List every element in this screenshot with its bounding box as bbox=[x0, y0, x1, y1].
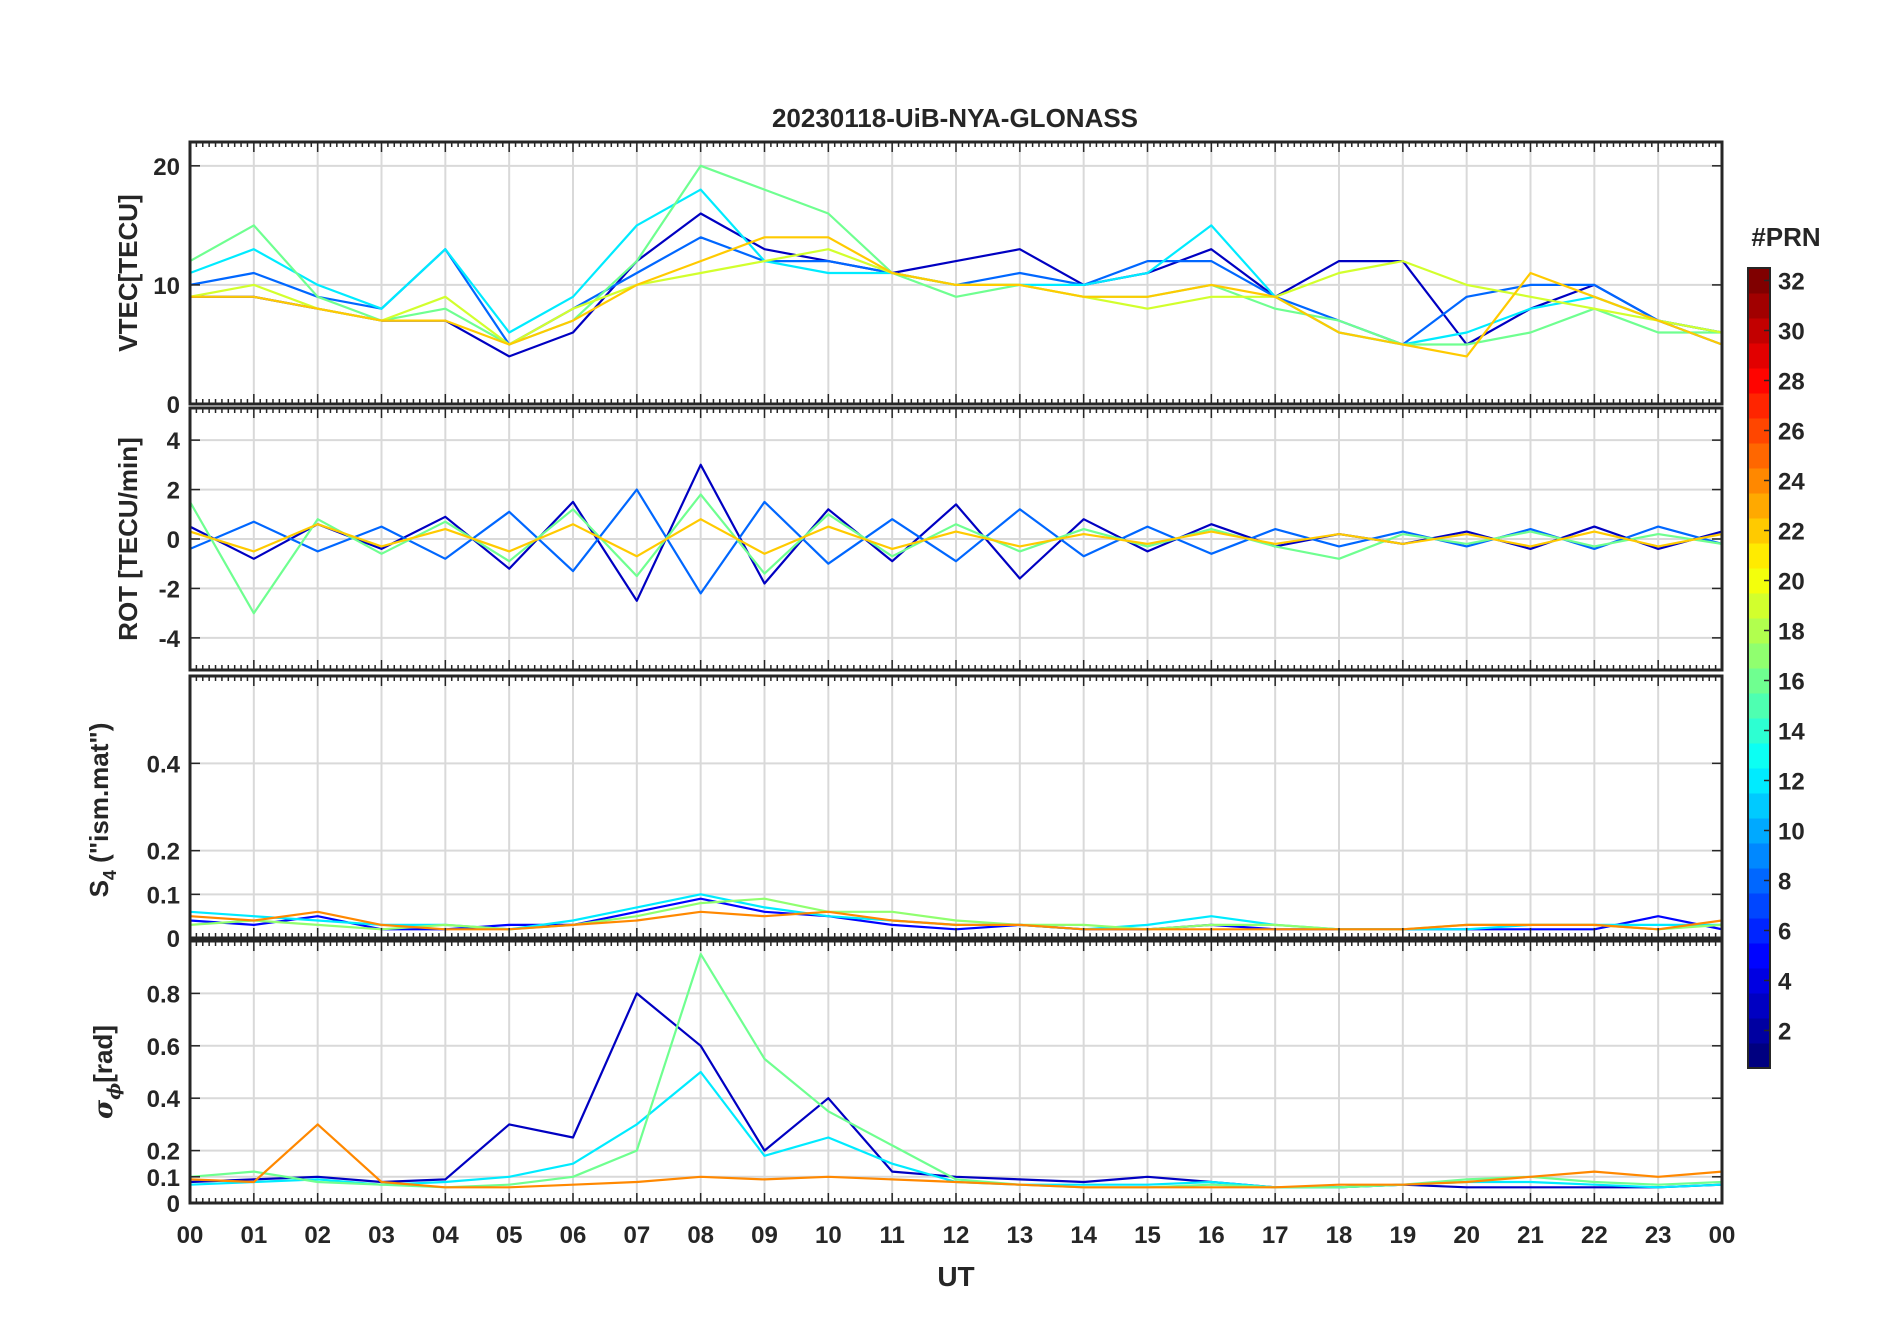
colorbar-block bbox=[1748, 743, 1770, 769]
x-tick-label: 16 bbox=[1198, 1222, 1225, 1249]
colorbar-tick-label: 8 bbox=[1778, 869, 1791, 896]
colorbar-tick-label: 24 bbox=[1778, 469, 1805, 496]
colorbar-tick-label: 14 bbox=[1778, 719, 1805, 746]
colorbar-block bbox=[1748, 493, 1770, 519]
rot-ytick-label: 4 bbox=[167, 428, 181, 455]
colorbar-block bbox=[1748, 343, 1770, 369]
x-tick-label: 23 bbox=[1645, 1222, 1672, 1249]
sigphi-ytick-label: 0.2 bbox=[147, 1139, 180, 1166]
x-tick-label: 20 bbox=[1453, 1222, 1480, 1249]
colorbar-blocks bbox=[1748, 268, 1770, 1069]
x-tick-label: 09 bbox=[751, 1222, 778, 1249]
colorbar-tick-label: 18 bbox=[1778, 619, 1805, 646]
colorbar-block bbox=[1748, 1043, 1770, 1069]
panel-s4: 0 0.1 0.2 0.4 S4 ("ism.mat") bbox=[84, 674, 1724, 953]
vtec-ylabel: VTEC[TECU] bbox=[113, 194, 143, 351]
sigphi-grid bbox=[189, 941, 1723, 1204]
panel-rot: -4 -2 0 2 4 ROT [TECU/min] bbox=[113, 406, 1724, 672]
sigphi-ytick-label: 0 bbox=[167, 1191, 180, 1218]
x-tick-label: 10 bbox=[815, 1222, 842, 1249]
colorbar-block bbox=[1748, 393, 1770, 419]
s4-ytick-label: 0.4 bbox=[147, 751, 181, 778]
colorbar-tick-label: 10 bbox=[1778, 819, 1805, 846]
x-tick-label: 19 bbox=[1389, 1222, 1416, 1249]
rot-ytick-label: 0 bbox=[167, 527, 180, 554]
x-tick-label: 00 bbox=[1709, 1222, 1736, 1249]
colorbar-block bbox=[1748, 893, 1770, 919]
figure: 20230118-UiB-NYA-GLONASS 01020 VTEC[TECU… bbox=[84, 103, 1821, 1292]
colorbar-block bbox=[1748, 943, 1770, 969]
panel-sigphi: 00.10.2 0.4 0.6 0.8 σϕ[rad] bbox=[88, 939, 1724, 1218]
colorbar-tick-label: 4 bbox=[1778, 969, 1792, 996]
colorbar-block bbox=[1748, 593, 1770, 619]
colorbar-block bbox=[1748, 693, 1770, 719]
sigphi-ytick-label: 0.1 bbox=[147, 1165, 180, 1192]
colorbar-tick-label: 12 bbox=[1778, 769, 1805, 796]
panel-vtec: 0 10 20 VTEC[TECU] bbox=[113, 140, 1724, 419]
x-tick-label: 11 bbox=[879, 1222, 904, 1249]
rot-ytick-label: -2 bbox=[159, 576, 180, 603]
figure-title: 20230118-UiB-NYA-GLONASS bbox=[772, 103, 1138, 133]
sigphi-ytick-label: 0.6 bbox=[147, 1034, 180, 1061]
x-tick-label: 01 bbox=[240, 1222, 267, 1249]
colorbar-block bbox=[1748, 793, 1770, 819]
vtec-ytick-label: 20 bbox=[153, 154, 180, 181]
x-tick-label: 14 bbox=[1070, 1222, 1097, 1249]
x-tick-label: 02 bbox=[304, 1222, 331, 1249]
x-tick-label: 22 bbox=[1581, 1222, 1608, 1249]
rot-ytick-label: -4 bbox=[159, 626, 181, 653]
s4-ylabel: S4 ("ism.mat") bbox=[84, 723, 120, 898]
colorbar-tick-label: 6 bbox=[1778, 919, 1791, 946]
x-tick-label: 15 bbox=[1134, 1222, 1161, 1249]
s4-ytick-label: 0.1 bbox=[147, 882, 180, 909]
x-tick-label: 08 bbox=[687, 1222, 714, 1249]
colorbar-tick-label: 2 bbox=[1778, 1019, 1791, 1046]
colorbar-tick-label: 28 bbox=[1778, 369, 1805, 396]
x-tick-label: 03 bbox=[368, 1222, 395, 1249]
rot-ytick-label: 2 bbox=[167, 478, 180, 505]
colorbar-block bbox=[1748, 843, 1770, 869]
x-tick-label: 07 bbox=[623, 1222, 650, 1249]
sigphi-ytick-label: 0.8 bbox=[147, 981, 180, 1008]
colorbar-block bbox=[1748, 293, 1770, 319]
colorbar-block bbox=[1748, 993, 1770, 1019]
x-tick-label: 06 bbox=[560, 1222, 587, 1249]
x-tick-label: 13 bbox=[1006, 1222, 1033, 1249]
colorbar-block bbox=[1748, 643, 1770, 669]
vtec-ytick-label: 0 bbox=[167, 392, 180, 419]
sigphi-ylabel: σϕ[rad] bbox=[88, 1025, 125, 1119]
colorbar: #PRN 2468101214161820222426283032 bbox=[1747, 222, 1821, 1069]
s4-ticks: 0 0.1 0.2 0.4 bbox=[147, 676, 1723, 953]
x-axis-label: UT bbox=[937, 1261, 974, 1292]
x-tick-label: 05 bbox=[496, 1222, 523, 1249]
s4-ytick-label: 0 bbox=[167, 926, 180, 953]
colorbar-block bbox=[1748, 443, 1770, 469]
colorbar-tick-label: 30 bbox=[1778, 319, 1805, 346]
x-tick-label: 18 bbox=[1326, 1222, 1353, 1249]
colorbar-tick-label: 16 bbox=[1778, 669, 1805, 696]
sigphi-ytick-label: 0.4 bbox=[147, 1086, 181, 1113]
x-tick-label: 12 bbox=[943, 1222, 970, 1249]
x-tick-labels: 00 01 02 03 04 05 06 07 08 09 10 11 12 13 14 15 16 17 18 19… bbox=[177, 1222, 1736, 1249]
colorbar-tick-label: 32 bbox=[1778, 269, 1805, 296]
colorbar-tick-label: 22 bbox=[1778, 519, 1805, 546]
s4-ytick-label: 0.2 bbox=[147, 839, 180, 866]
vtec-ytick-label: 10 bbox=[153, 273, 180, 300]
colorbar-block bbox=[1748, 543, 1770, 569]
rot-ylabel: ROT [TECU/min] bbox=[113, 437, 143, 641]
x-tick-label: 00 bbox=[177, 1222, 204, 1249]
x-tick-label: 04 bbox=[432, 1222, 459, 1249]
x-tick-label: 21 bbox=[1517, 1222, 1544, 1249]
s4-grid bbox=[189, 676, 1723, 939]
colorbar-tick-label: 26 bbox=[1778, 419, 1805, 446]
colorbar-tick-label: 20 bbox=[1778, 569, 1805, 596]
colorbar-label: #PRN bbox=[1751, 222, 1820, 252]
x-tick-label: 17 bbox=[1262, 1222, 1289, 1249]
